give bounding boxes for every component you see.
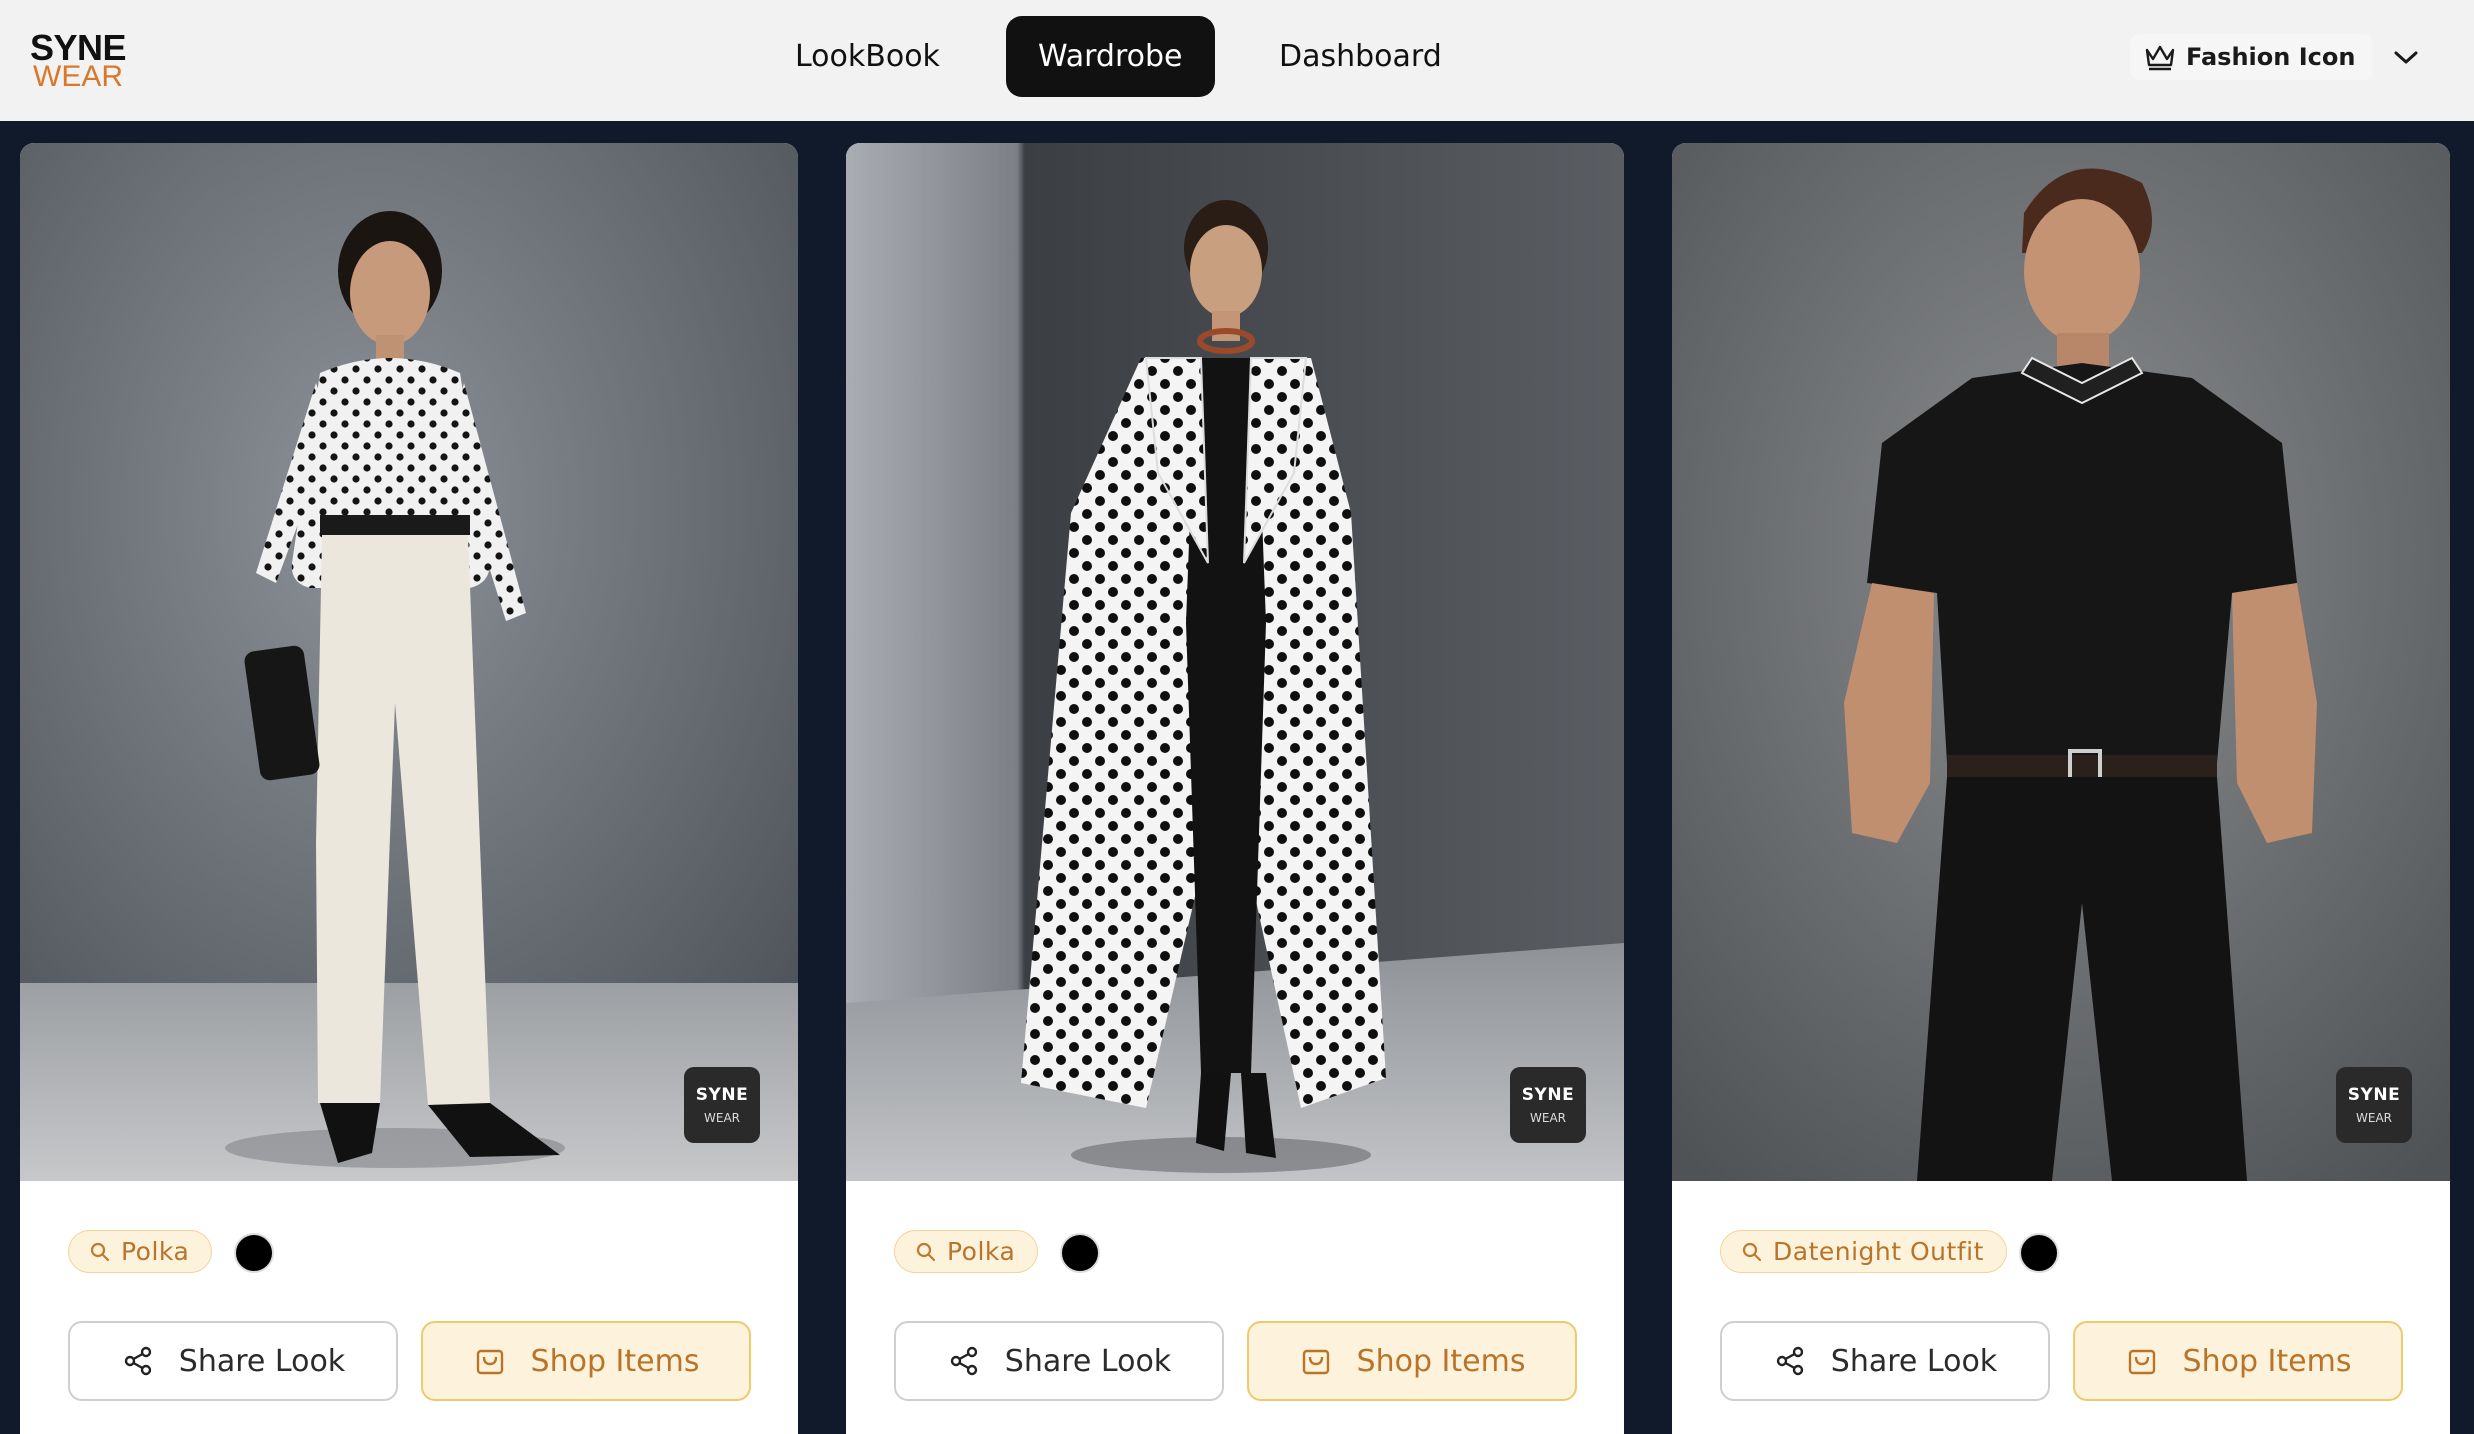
color-swatch[interactable] <box>1060 1233 1100 1273</box>
watermark-badge: SYNE WEAR <box>1510 1067 1586 1143</box>
style-tag[interactable]: Polka <box>894 1230 1039 1273</box>
look-photo[interactable]: SYNE WEAR <box>1672 143 2450 1181</box>
nav-dashboard[interactable]: Dashboard <box>1247 16 1474 97</box>
shop-items-label: Shop Items <box>530 1343 700 1379</box>
look-card: SYNE WEAR Datenight Outfit Share Look Sh… <box>1672 143 2450 1434</box>
look-card: SYNE WEAR Polka Share Look Shop Items <box>20 143 798 1434</box>
watermark-badge: SYNE WEAR <box>684 1067 760 1143</box>
shop-items-button[interactable]: Shop Items <box>2073 1321 2403 1401</box>
share-icon <box>124 1346 151 1376</box>
user-profile-label: Fashion Icon <box>2186 43 2356 71</box>
color-swatch[interactable] <box>234 1233 274 1273</box>
style-tag-label: Polka <box>121 1237 190 1266</box>
share-look-label: Share Look <box>1004 1343 1172 1379</box>
nav-lookbook[interactable]: LookBook <box>763 16 972 97</box>
watermark-line1: SYNE <box>695 1085 749 1105</box>
shop-items-label: Shop Items <box>1356 1343 1526 1379</box>
style-tag-label: Datenight Outfit <box>1773 1237 1984 1266</box>
watermark-line2: WEAR <box>2356 1111 2392 1125</box>
watermark-badge: SYNE WEAR <box>2336 1067 2412 1143</box>
style-tag[interactable]: Polka <box>68 1230 213 1273</box>
style-tag-label: Polka <box>947 1237 1016 1266</box>
search-icon <box>916 1242 936 1261</box>
style-tag[interactable]: Datenight Outfit <box>1720 1230 2007 1273</box>
share-look-label: Share Look <box>1830 1343 1998 1379</box>
share-look-button[interactable]: Share Look <box>1720 1321 2050 1401</box>
look-photo[interactable]: SYNE WEAR <box>846 143 1624 1181</box>
look-card: SYNE WEAR Polka Share Look Shop Items <box>846 143 1624 1434</box>
shopping-bag-icon <box>476 1349 503 1375</box>
shop-items-button[interactable]: Shop Items <box>1247 1321 1577 1401</box>
look-photo[interactable]: SYNE WEAR <box>20 143 798 1181</box>
watermark-line1: SYNE <box>1521 1085 1575 1105</box>
brand-logo-line2: WEAR <box>33 59 123 93</box>
color-swatch[interactable] <box>2019 1233 2059 1273</box>
brand-logo[interactable]: SYNE WEAR <box>30 30 127 93</box>
search-icon <box>1742 1242 1762 1261</box>
chevron-down-icon[interactable] <box>2386 38 2426 78</box>
share-look-label: Share Look <box>178 1343 346 1379</box>
share-look-button[interactable]: Share Look <box>894 1321 1224 1401</box>
top-bar: SYNE WEAR LookBook Wardrobe Dashboard Fa… <box>0 0 2474 121</box>
shopping-bag-icon <box>2128 1349 2155 1375</box>
watermark-line2: WEAR <box>1530 1111 1566 1125</box>
shop-items-label: Shop Items <box>2182 1343 2352 1379</box>
watermark-line2: WEAR <box>704 1111 740 1125</box>
share-icon <box>1776 1346 1803 1376</box>
user-profile-chip[interactable]: Fashion Icon <box>2130 34 2374 80</box>
watermark-line1: SYNE <box>2347 1085 2401 1105</box>
shopping-bag-icon <box>1302 1349 1329 1375</box>
shop-items-button[interactable]: Shop Items <box>421 1321 751 1401</box>
crown-icon <box>2145 45 2175 71</box>
share-look-button[interactable]: Share Look <box>68 1321 398 1401</box>
share-icon <box>950 1346 977 1376</box>
nav-wardrobe[interactable]: Wardrobe <box>1006 16 1215 97</box>
search-icon <box>90 1242 110 1261</box>
